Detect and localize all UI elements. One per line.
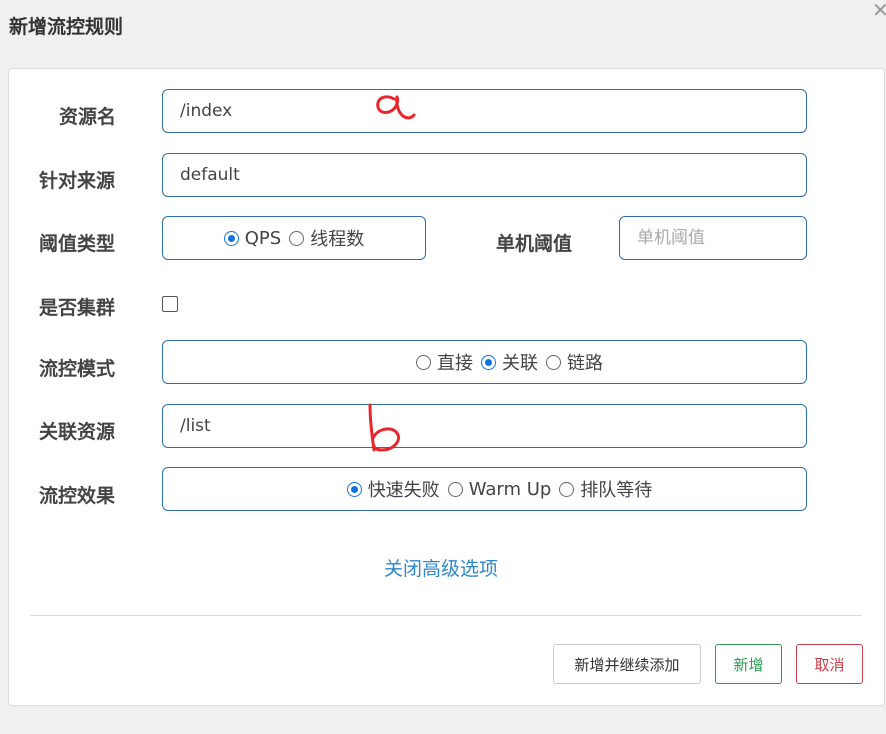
radio-qps-label: QPS — [244, 227, 282, 249]
threshold-type-label: 阈值类型 — [39, 233, 116, 255]
flow-mode-group: 直接 关联 链路 — [162, 340, 807, 384]
flow-effect-label: 流控效果 — [39, 485, 116, 507]
radio-direct[interactable]: 直接 — [416, 349, 473, 375]
radio-warm-up-dot[interactable] — [447, 481, 463, 497]
radio-related-label: 关联 — [502, 353, 538, 374]
related-resource-label: 关联资源 — [39, 421, 116, 443]
annotation-b-mark — [368, 403, 400, 452]
annotation-a-mark — [376, 95, 416, 120]
resource-name-input[interactable]: /index — [162, 89, 807, 133]
radio-queue-dot[interactable] — [559, 481, 575, 497]
resource-name-label: 资源名 — [59, 106, 117, 128]
dialog-title: 新增流控规则 — [9, 16, 124, 38]
single-threshold-input[interactable]: 单机阈值 — [619, 216, 807, 260]
radio-direct-dot[interactable] — [416, 354, 431, 370]
radio-warm-up[interactable]: Warm Up — [447, 478, 552, 500]
cluster-checkbox[interactable] — [162, 296, 178, 312]
source-input[interactable]: default — [162, 153, 807, 197]
radio-related[interactable]: 关联 — [481, 349, 538, 375]
radio-chain[interactable]: 链路 — [546, 349, 603, 375]
radio-thread-count[interactable]: 线程数 — [289, 225, 364, 251]
advanced-options-toggle-link[interactable]: 关闭高级选项 — [384, 554, 498, 581]
radio-warm-up-label: Warm Up — [468, 478, 552, 500]
radio-thread-count-label: 线程数 — [310, 229, 365, 250]
radio-chain-label: 链路 — [567, 353, 603, 374]
radio-queue[interactable]: 排队等待 — [559, 476, 652, 502]
radio-qps[interactable]: QPS — [223, 227, 282, 249]
related-resource-input[interactable]: /list — [162, 404, 807, 448]
source-label: 针对来源 — [39, 170, 116, 192]
flow-mode-label: 流控模式 — [39, 358, 116, 380]
radio-fast-fail-label: 快速失败 — [367, 480, 440, 501]
radio-fast-fail[interactable]: 快速失败 — [346, 476, 440, 502]
add-button[interactable]: 新增 — [715, 644, 782, 684]
threshold-type-group: QPS 线程数 — [162, 216, 426, 260]
radio-direct-label: 直接 — [437, 353, 473, 374]
footer-divider — [30, 615, 862, 616]
radio-chain-dot[interactable] — [546, 354, 561, 370]
flow-effect-group: 快速失败 Warm Up 排队等待 — [162, 467, 807, 511]
close-icon[interactable]: ✕ — [872, 0, 886, 22]
radio-queue-label: 排队等待 — [580, 480, 653, 501]
radio-related-dot[interactable] — [481, 354, 496, 370]
cluster-label: 是否集群 — [39, 297, 116, 319]
radio-qps-dot[interactable] — [223, 230, 239, 246]
single-threshold-label: 单机阈值 — [496, 233, 573, 255]
cancel-button[interactable]: 取消 — [796, 644, 863, 684]
radio-fast-fail-dot[interactable] — [346, 481, 362, 497]
add-and-continue-button[interactable]: 新增并继续添加 — [553, 644, 701, 684]
radio-thread-count-dot[interactable] — [289, 230, 305, 246]
